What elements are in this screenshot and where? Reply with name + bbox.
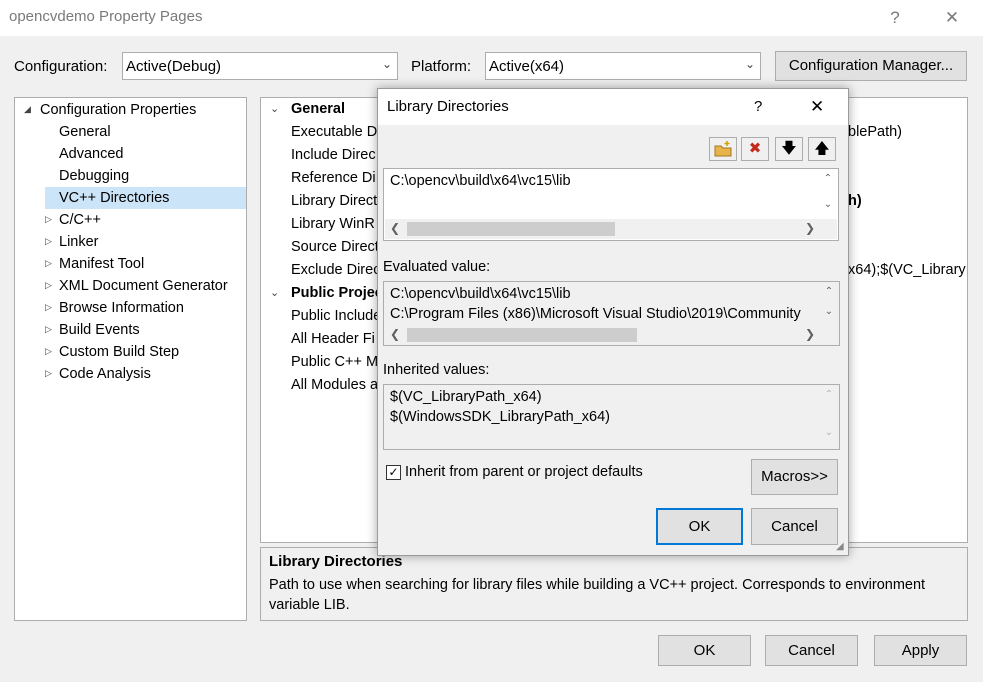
configuration-value: Active(Debug) [126,58,222,75]
tree-item-code-analysis[interactable]: Code Analysis [59,363,151,385]
inherit-checkbox[interactable]: ✓ [386,465,401,480]
description-text: Path to use when searching for library f… [269,577,926,613]
property-value: x64);$(VC_LibraryI [848,262,968,278]
property-name: Executable D [291,124,378,140]
property-name: All Header Fi [291,331,375,347]
scrollbar-thumb[interactable] [407,222,615,236]
edit-line[interactable]: C:\opencv\build\x64\vc15\lib [390,173,571,189]
category-label: Public Projec [291,285,383,301]
move-down-arrow-icon[interactable]: 🡇 [775,137,803,161]
collapsed-triangle-icon[interactable]: ▷ [45,324,52,335]
dialog-close-icon[interactable]: ✕ [810,97,824,117]
scroll-down-icon[interactable]: ⌄ [820,199,836,210]
inherited-values-box: $(VC_LibraryPath_x64) $(WindowsSDK_Libra… [383,384,840,450]
property-name: Reference Di [291,170,376,186]
collapse-chevron-icon[interactable]: ⌄ [270,98,279,121]
tree-item-build-events[interactable]: Build Events [59,319,140,341]
collapsed-triangle-icon[interactable]: ▷ [45,368,52,379]
inherited-values-label: Inherited values: [383,362,490,378]
scroll-right-icon[interactable]: ❯ [805,221,815,235]
cancel-button[interactable]: Cancel [765,635,858,666]
scroll-up-icon: ⌃ [824,389,834,400]
collapsed-triangle-icon[interactable]: ▷ [45,280,52,291]
collapsed-triangle-icon[interactable]: ▷ [45,236,52,247]
window-title: opencvdemo Property Pages [9,8,203,25]
dialog-help-button[interactable]: ? [754,98,762,115]
delete-icon[interactable]: ✖ [741,137,769,161]
property-value: h) [848,193,862,209]
horizontal-scrollbar[interactable]: ❮ ❯ [385,325,838,345]
scroll-left-icon[interactable]: ❮ [390,327,400,341]
description-pane: Library Directories Path to use when sea… [260,547,968,621]
property-name: Library WinR [291,216,375,232]
collapsed-triangle-icon[interactable]: ▷ [45,302,52,313]
macros-button[interactable]: Macros>> [751,459,838,495]
scroll-right-icon[interactable]: ❯ [805,327,815,341]
configuration-select[interactable]: Active(Debug) ⌄ [122,52,398,80]
tree-item-c-cpp[interactable]: C/C++ [59,209,101,231]
tree-item-custom-build-step[interactable]: Custom Build Step [59,341,179,363]
inherited-line: $(VC_LibraryPath_x64) [390,389,542,405]
property-name: Include Direc [291,147,376,163]
library-directories-dialog: Library Directories ? ✕ ✖ 🡇 🡅 C:\opencv\… [377,88,849,556]
chevron-down-icon: ⌄ [381,57,392,71]
evaluated-value-box: C:\opencv\build\x64\vc15\lib C:\Program … [383,281,840,346]
directories-edit-box[interactable]: C:\opencv\build\x64\vc15\lib ⌃ ⌄ ❮ ❯ [383,168,839,241]
evaluated-line: C:\Program Files (x86)\Microsoft Visual … [390,306,801,322]
tree-item-general[interactable]: General [59,121,111,143]
tree-item-advanced[interactable]: Advanced [59,143,124,165]
dialog-cancel-button[interactable]: Cancel [751,508,838,545]
tree-item-configuration-properties[interactable]: Configuration Properties [40,99,196,121]
dialog-ok-button[interactable]: OK [656,508,743,545]
inherit-checkbox-label[interactable]: Inherit from parent or project defaults [405,464,643,480]
dialog-title: Library Directories [387,98,509,115]
horizontal-scrollbar[interactable]: ❮ ❯ [385,219,837,239]
move-up-arrow-icon[interactable]: 🡅 [808,137,836,161]
property-name: Library Direct [291,193,378,209]
resize-grip-icon[interactable]: ◢ [836,541,844,552]
tree-item-vc-directories[interactable]: VC++ Directories [45,187,246,209]
dialog-titlebar: Library Directories ? ✕ [378,89,848,125]
property-name: Public Include [291,308,382,324]
evaluated-line: C:\opencv\build\x64\vc15\lib [390,286,571,302]
configuration-label: Configuration: [14,58,108,75]
platform-label: Platform: [411,58,472,75]
expanded-triangle-icon[interactable]: ◢ [24,104,31,115]
collapsed-triangle-icon[interactable]: ▷ [45,214,52,225]
inherited-line: $(WindowsSDK_LibraryPath_x64) [390,409,611,425]
collapsed-triangle-icon[interactable]: ▷ [45,258,52,269]
ok-button[interactable]: OK [658,635,751,666]
new-line-folder-icon[interactable] [709,137,737,161]
property-tree: ◢ Configuration Properties General Advan… [14,97,247,621]
scroll-up-icon[interactable]: ⌃ [821,286,837,297]
evaluated-value-label: Evaluated value: [383,259,491,275]
property-name: Exclude Direc [291,262,381,278]
property-name: All Modules a [291,377,379,393]
property-value: blePath) [848,124,903,140]
configuration-manager-button[interactable]: Configuration Manager... [775,51,967,81]
scroll-up-icon[interactable]: ⌃ [820,173,836,184]
collapse-chevron-icon[interactable]: ⌄ [270,282,279,305]
window-titlebar: opencvdemo Property Pages ? ✕ [0,0,983,36]
tree-item-debugging[interactable]: Debugging [59,165,129,187]
chevron-down-icon: ⌄ [744,57,755,71]
tree-item-linker[interactable]: Linker [59,231,99,253]
category-label: General [291,101,345,117]
platform-select[interactable]: Active(x64) ⌄ [485,52,761,80]
scrollbar-thumb[interactable] [407,328,637,342]
property-name: Source Direct [291,239,379,255]
collapsed-triangle-icon[interactable]: ▷ [45,346,52,357]
tree-item-xml-document-generator[interactable]: XML Document Generator [59,275,228,297]
scroll-down-icon[interactable]: ⌄ [821,306,837,317]
platform-value: Active(x64) [489,58,565,75]
apply-button[interactable]: Apply [874,635,967,666]
property-name: Public C++ M [291,354,379,370]
close-icon[interactable]: ✕ [937,4,967,32]
tree-item-browse-information[interactable]: Browse Information [59,297,184,319]
scroll-down-icon: ⌄ [824,427,834,438]
scroll-left-icon[interactable]: ❮ [390,221,400,235]
tree-item-manifest-tool[interactable]: Manifest Tool [59,253,144,275]
help-button[interactable]: ? [880,4,910,32]
